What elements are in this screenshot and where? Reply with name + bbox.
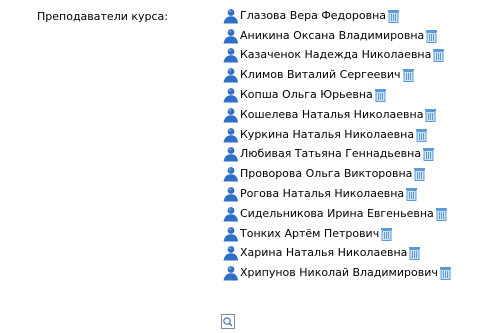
teacher-item: Копша Ольга Юрьевна [222, 85, 452, 105]
user-icon [222, 206, 239, 222]
trash-icon[interactable] [405, 187, 418, 202]
trash-icon[interactable] [374, 88, 387, 103]
teacher-name[interactable]: Проворова Ольга Викторовна [240, 166, 412, 182]
teacher-name[interactable]: Любивая Татьяна Геннадьевна [240, 146, 421, 162]
teacher-item: Климов Виталий Сергеевич [222, 65, 452, 85]
teacher-item: Кошелева Наталья Николаевна [222, 105, 452, 125]
trash-icon[interactable] [422, 147, 435, 162]
user-icon [222, 226, 239, 242]
teacher-name[interactable]: Казаченок Надежда Николаевна [240, 47, 431, 63]
teacher-item: Глазова Вера Федоровна [222, 6, 452, 26]
teacher-name[interactable]: Хрипунов Николай Владимирович [240, 265, 438, 281]
teacher-item: Тонких Артём Петрович [222, 224, 452, 244]
user-icon [222, 87, 239, 103]
user-icon [222, 245, 239, 261]
user-icon [222, 146, 239, 162]
trash-icon[interactable] [380, 227, 393, 241]
teacher-item: Сидельникова Ирина Евгеньевна [222, 204, 452, 224]
teacher-name[interactable]: Кошелева Наталья Николаевна [240, 107, 423, 123]
user-icon [222, 107, 239, 123]
user-icon [222, 186, 239, 202]
course-teachers-label: Преподаватели курса: [37, 10, 168, 23]
user-icon [222, 166, 239, 182]
teacher-name[interactable]: Тонких Артём Петрович [240, 226, 379, 242]
teacher-name[interactable]: Аникина Оксана Владимировна [240, 28, 424, 44]
trash-icon[interactable] [425, 29, 438, 43]
teacher-item: Проворова Ольга Викторовна [222, 164, 452, 184]
trash-icon[interactable] [408, 246, 421, 261]
teacher-name[interactable]: Куркина Наталья Николаевна [240, 127, 414, 143]
user-icon [222, 265, 239, 281]
add-teacher-icon[interactable] [221, 314, 235, 329]
teacher-name[interactable]: Рогова Наталья Николаевна [240, 186, 404, 202]
teacher-item: Любивая Татьяна Геннадьевна [222, 145, 452, 165]
trash-icon[interactable] [439, 266, 452, 281]
user-icon [222, 67, 239, 83]
user-icon [222, 127, 239, 143]
trash-icon[interactable] [413, 167, 426, 182]
teacher-item: Харина Наталья Николаевна [222, 244, 452, 264]
teacher-item: Куркина Наталья Николаевна [222, 125, 452, 145]
teacher-item: Аникина Оксана Владимировна [222, 26, 452, 46]
trash-icon[interactable] [432, 48, 445, 63]
trash-icon[interactable] [387, 9, 400, 23]
trash-icon[interactable] [415, 128, 428, 142]
user-icon [222, 28, 239, 44]
teacher-name[interactable]: Глазова Вера Федоровна [240, 8, 386, 24]
teacher-name[interactable]: Копша Ольга Юрьевна [240, 87, 373, 103]
user-icon [222, 47, 239, 63]
teacher-item: Хрипунов Николай Владимирович [222, 263, 452, 283]
trash-icon[interactable] [435, 207, 448, 221]
teacher-name[interactable]: Сидельникова Ирина Евгеньевна [240, 206, 434, 222]
teacher-name[interactable]: Харина Наталья Николаевна [240, 245, 407, 261]
teacher-list: Глазова Вера Федоровна Аникина Оксана Вла… [222, 6, 452, 283]
teacher-item: Казаченок Надежда Николаевна [222, 46, 452, 66]
trash-icon[interactable] [424, 108, 437, 122]
teacher-item: Рогова Наталья Николаевна [222, 184, 452, 204]
teacher-name[interactable]: Климов Виталий Сергеевич [240, 67, 401, 83]
user-icon [222, 8, 239, 24]
trash-icon[interactable] [402, 68, 415, 83]
